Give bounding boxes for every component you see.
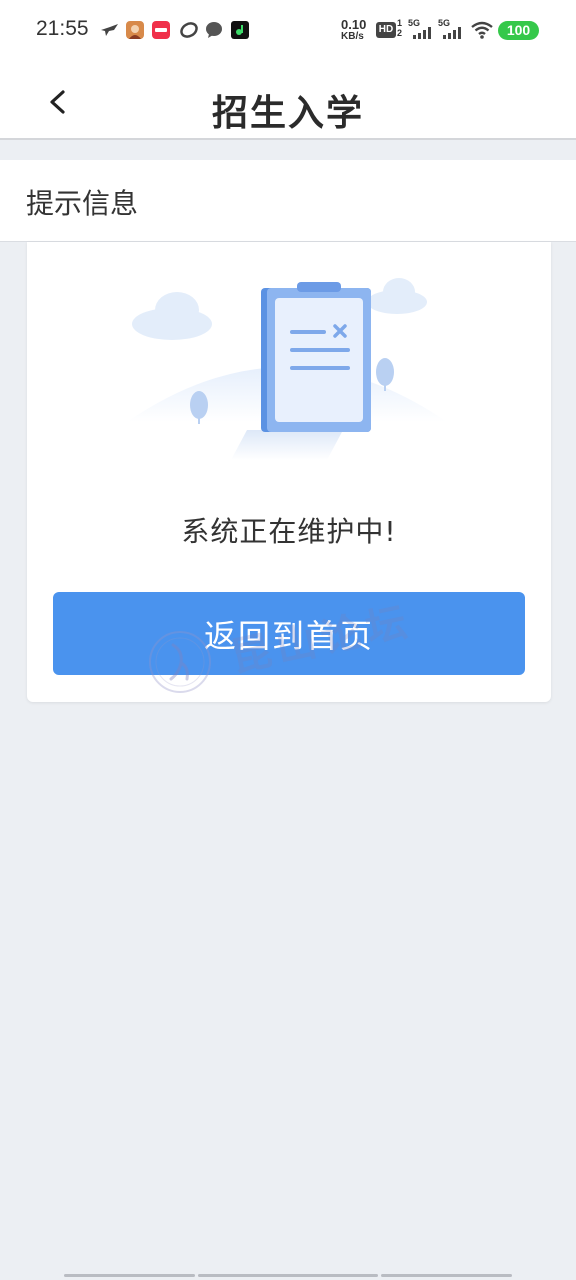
battery-indicator: 100 <box>498 21 539 40</box>
wifi-icon <box>471 21 493 39</box>
nav-handle-left[interactable] <box>64 1274 195 1277</box>
section-title: 提示信息 <box>26 187 139 220</box>
nav-handle-center[interactable] <box>198 1274 378 1277</box>
bird-icon <box>101 24 118 36</box>
hd-badge: HD <box>376 22 396 38</box>
signal-bars-icon <box>413 27 431 39</box>
app-badge-icon <box>152 21 170 39</box>
music-app-icon <box>231 21 249 39</box>
clipboard-maintenance-illustration <box>127 278 447 460</box>
link-icon <box>180 22 198 38</box>
net-speed-value: 0.10 <box>341 17 367 32</box>
game-avatar-icon <box>126 21 144 39</box>
return-home-button[interactable]: 返回到首页 <box>53 592 525 675</box>
message-card: 系统正在维护中! 返回到首页 <box>27 242 551 702</box>
app-header: 招生入学 <box>0 60 576 140</box>
nav-handle-right[interactable] <box>381 1274 512 1277</box>
status-bar: 21:55 0.10 KB/s HD 12 5G 5G 100 <box>0 0 576 60</box>
chat-bubble-icon <box>206 22 222 38</box>
sim-slot-1-2-indicator: 12 <box>397 18 403 38</box>
section-header: 提示信息 <box>0 160 576 242</box>
signal-bars-icon-2 <box>443 27 461 39</box>
status-time: 21:55 <box>36 17 89 40</box>
page-title: 招生入学 <box>211 93 364 134</box>
maintenance-message: 系统正在维护中! <box>181 515 397 548</box>
net-speed-unit: KB/s <box>341 31 364 42</box>
